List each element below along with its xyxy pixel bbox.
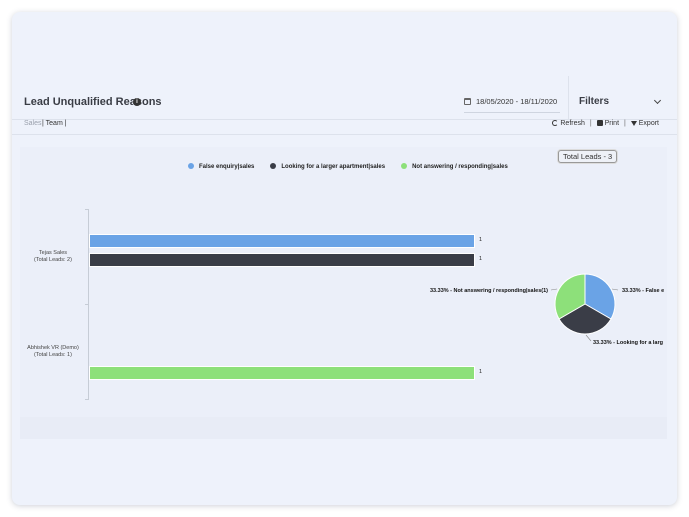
date-range-picker[interactable]: 18/05/2020 - 18/11/2020 (464, 96, 560, 113)
pie-slice-label: 33.33% - Looking for a larg (593, 340, 663, 346)
report-header: Lead Unqualified Reasons i 18/05/2020 - … (12, 76, 677, 120)
report-toolbar: Sales | Team | Refresh | Print | Export (12, 120, 677, 135)
pie-slice-label: 33.33% - False e (622, 288, 664, 294)
export-button[interactable]: Export (630, 120, 659, 127)
tab-separator: | (42, 120, 44, 127)
filters-toggle[interactable]: Filters (579, 96, 609, 107)
separator: | (623, 120, 626, 127)
chart-canvas: Total Leads - 3 False enquiry|sales Looki… (20, 147, 667, 417)
refresh-button[interactable]: Refresh (552, 120, 585, 127)
tab-sales[interactable]: Sales (24, 120, 42, 127)
pie-label-connector (585, 334, 592, 342)
tab-team-label: Team (45, 120, 63, 127)
refresh-icon (552, 120, 559, 126)
tab-separator: | (64, 120, 67, 127)
calendar-icon (464, 98, 471, 105)
print-button[interactable]: Print (596, 120, 620, 127)
print-icon (596, 120, 603, 126)
separator: | (589, 120, 592, 127)
divider (568, 76, 569, 120)
print-label: Print (604, 120, 620, 127)
refresh-label: Refresh (560, 120, 585, 127)
chevron-down-icon[interactable] (653, 96, 662, 105)
pie-label-connector (611, 288, 619, 291)
info-icon[interactable]: i (133, 98, 141, 106)
date-range-value: 18/05/2020 - 18/11/2020 (476, 97, 558, 106)
toolbar-actions: Refresh | Print | Export (552, 120, 659, 127)
pie-label-connector (550, 288, 558, 291)
tab-team[interactable]: | Team | (42, 120, 67, 127)
pie-slice-label: 33.33% - Not answering / responding|sale… (430, 288, 548, 294)
export-label: Export (638, 120, 659, 127)
download-icon (630, 121, 637, 126)
pie-chart: 33.33% - False e 33.33% - Looking for a l… (430, 273, 664, 346)
chart-area: Total Leads - 3 False enquiry|sales Looki… (20, 147, 667, 439)
report-panel: Lead Unqualified Reasons i 18/05/2020 - … (12, 12, 677, 505)
